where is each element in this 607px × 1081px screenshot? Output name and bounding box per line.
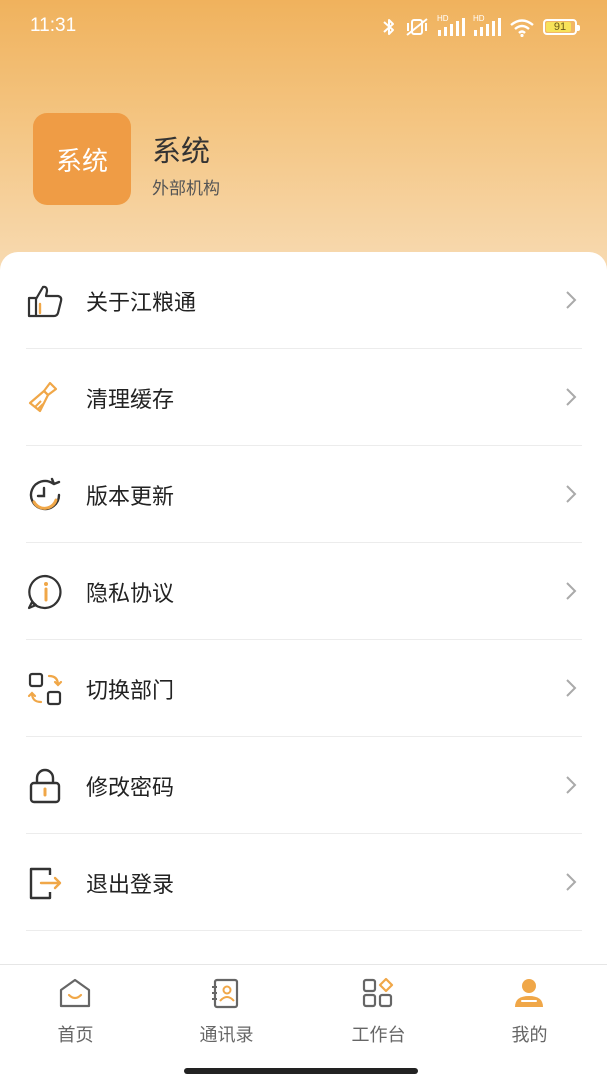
chevron-right-icon <box>566 776 577 794</box>
menu-item-label: 切换部门 <box>86 679 175 704</box>
menu-item-label: 修改密码 <box>86 776 175 801</box>
menu-item-label: 关于江粮通 <box>86 291 197 316</box>
tab-label: 我的 <box>511 1025 548 1046</box>
chevron-right-icon <box>566 485 577 503</box>
tab-workbench[interactable]: 工作台 <box>303 965 454 1055</box>
refresh-clock-icon <box>29 477 61 511</box>
workbench-icon <box>362 977 394 1008</box>
battery-text: 91 <box>553 21 567 33</box>
menu-item-logout[interactable]: 退出登录 <box>26 834 582 931</box>
info-bubble-icon <box>27 574 62 610</box>
menu-item-label: 版本更新 <box>86 485 175 510</box>
status-bar: 11:31 HD HD 91 <box>0 0 607 56</box>
menu-item-clear-cache[interactable]: 清理缓存 <box>26 349 582 446</box>
mute-vibrate-icon <box>406 18 428 36</box>
broom-icon <box>28 381 58 413</box>
avatar[interactable]: 系统 <box>33 113 131 205</box>
menu-item-label: 清理缓存 <box>86 388 175 413</box>
user-organization: 外部机构 <box>152 179 220 199</box>
signal-hd-icon: HD <box>437 14 465 38</box>
menu-item-privacy-policy[interactable]: 隐私协议 <box>26 543 582 640</box>
person-icon <box>515 979 543 1007</box>
settings-menu-card: 关于江粮通 清理缓存 版本更新 隐私协议 切换部门 修改密码 退出登录 <box>0 252 607 965</box>
logout-icon <box>29 867 62 900</box>
chevron-right-icon <box>566 291 577 309</box>
menu-item-switch-department[interactable]: 切换部门 <box>26 640 582 737</box>
tab-mine[interactable]: 我的 <box>454 965 605 1055</box>
tab-contacts[interactable]: 通讯录 <box>151 965 302 1055</box>
user-name: 系统 <box>152 134 211 168</box>
contacts-icon <box>212 978 239 1009</box>
home-indicator <box>184 1068 418 1074</box>
bottom-tab-bar: 首页 通讯录 工作台 我的 <box>0 964 607 1081</box>
tab-home[interactable]: 首页 <box>0 965 151 1055</box>
chevron-right-icon <box>566 388 577 406</box>
status-icons: HD HD 91 <box>381 14 580 40</box>
chevron-right-icon <box>566 679 577 697</box>
menu-item-version-update[interactable]: 版本更新 <box>26 446 582 543</box>
battery-icon: 91 <box>543 19 580 35</box>
chevron-right-icon <box>566 873 577 891</box>
thumbs-up-icon <box>27 285 63 318</box>
menu-item-change-password[interactable]: 修改密码 <box>26 737 582 834</box>
signal-hd-icon: HD <box>473 14 501 38</box>
home-icon <box>59 978 91 1008</box>
menu-item-label: 退出登录 <box>86 873 175 898</box>
menu-item-label: 隐私协议 <box>86 582 175 607</box>
status-time: 11:31 <box>30 15 77 36</box>
wifi-icon <box>510 19 534 37</box>
bluetooth-icon <box>383 19 394 35</box>
tab-label: 首页 <box>57 1025 94 1046</box>
menu-item-about[interactable]: 关于江粮通 <box>26 252 582 349</box>
lock-icon <box>29 768 61 804</box>
tab-label: 工作台 <box>351 1025 406 1046</box>
switch-grid-icon <box>27 672 63 706</box>
tab-label: 通讯录 <box>199 1025 254 1046</box>
avatar-text: 系统 <box>55 146 108 177</box>
chevron-right-icon <box>566 582 577 600</box>
